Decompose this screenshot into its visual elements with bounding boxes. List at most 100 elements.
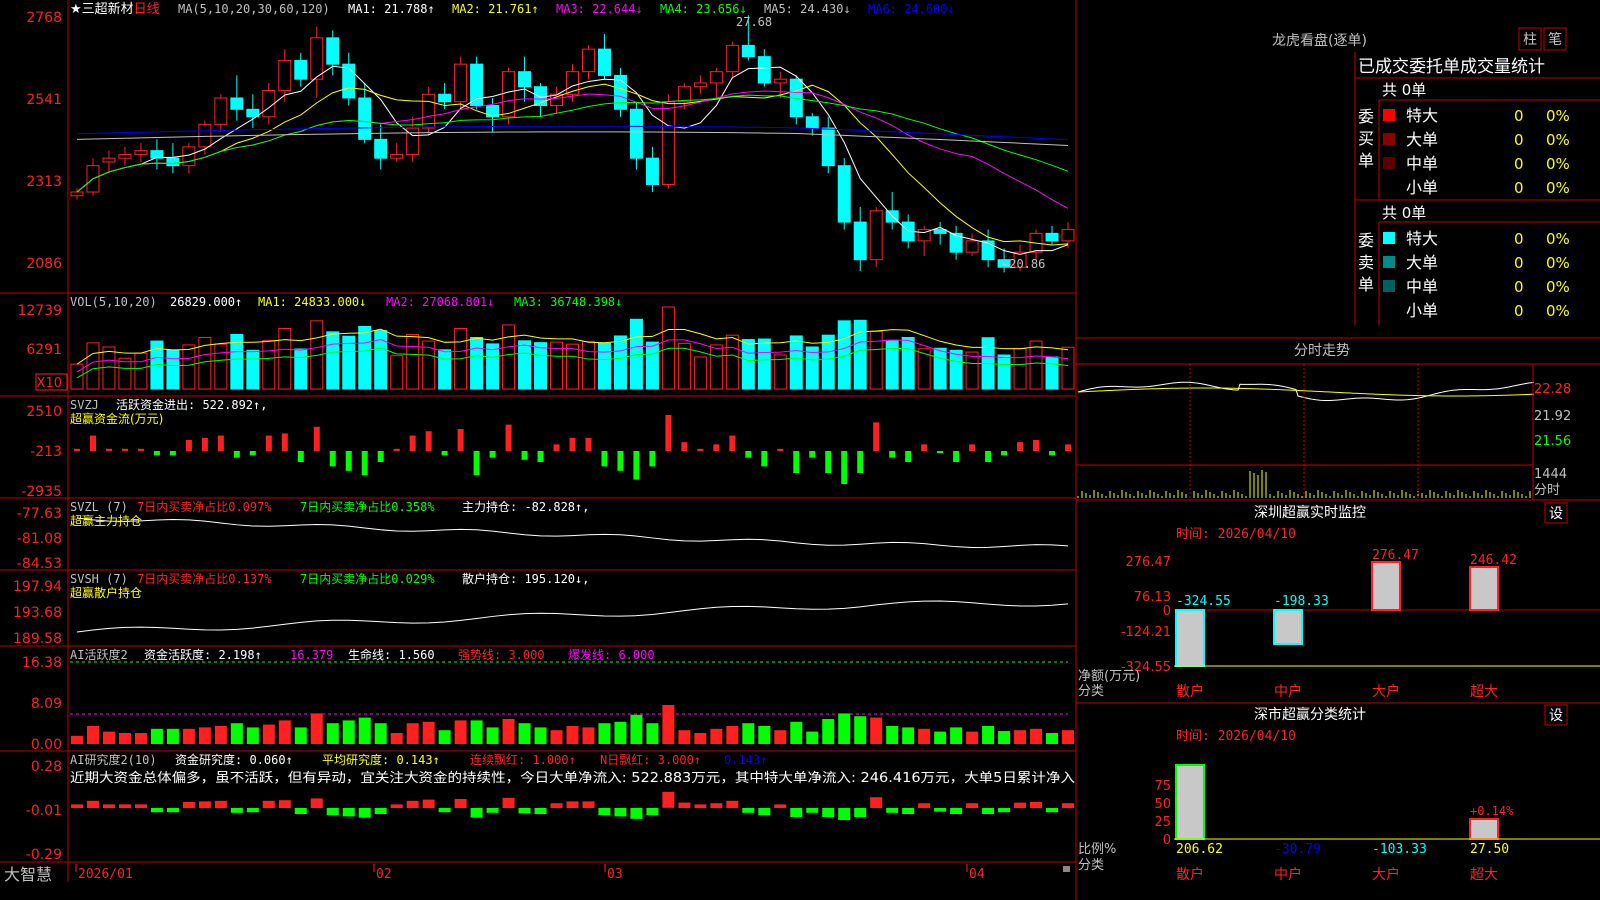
flow-bar [777, 448, 784, 451]
flow-bar [825, 451, 832, 473]
volume-bar [102, 346, 116, 390]
activity-bar [838, 713, 851, 744]
lock-icon[interactable] [1063, 866, 1070, 872]
flow-bar [249, 451, 256, 456]
research-bar [854, 808, 867, 817]
activity-bar [518, 723, 531, 744]
flow-bar [985, 451, 992, 462]
volume-bar [486, 343, 500, 390]
ai2-title: AI研究度2(10) [70, 752, 157, 767]
research-bar [822, 808, 835, 817]
research-bar [742, 808, 755, 813]
right-panel-charts [1077, 381, 1535, 498]
bar-mode-label: 柱 [1523, 32, 1537, 48]
flow-bar [729, 435, 736, 451]
activity-bar [118, 733, 131, 744]
candle [789, 75, 803, 125]
ai1-tick-3: 0.00 [31, 737, 62, 753]
activity-bar [966, 731, 979, 744]
activity-bar [1030, 728, 1043, 744]
flow-bar [857, 451, 864, 473]
ai1-title: AI活跃度2 [70, 647, 128, 662]
flow-bar [201, 437, 208, 451]
flow-bar [233, 451, 240, 458]
ma3-label: MA3: 22.644↓ [556, 2, 643, 16]
flow-bar [537, 451, 544, 462]
research-bar [262, 800, 275, 808]
flow-bar [169, 451, 176, 456]
flow-bar [505, 424, 512, 451]
ss-bar [1175, 764, 1205, 840]
fenshi-tick-4: 1444 [1534, 467, 1567, 482]
activity-bar [198, 727, 211, 744]
activity-bar [630, 714, 643, 744]
volume-bar [901, 336, 915, 390]
volume-bar [566, 343, 579, 390]
activity-bar [662, 705, 675, 744]
brand-logo: 大智慧 [4, 865, 52, 884]
svzj-tick-1: 2510 [26, 404, 62, 420]
flow-bar [953, 451, 960, 462]
volume-bar [278, 328, 292, 390]
flow-bar [409, 435, 416, 451]
activity-bar [678, 730, 691, 744]
vol-ma3: MA3: 36748.398↓ [514, 295, 622, 309]
activity-bar [934, 731, 947, 744]
research-bar [630, 808, 643, 819]
research-bar [150, 808, 163, 813]
lhb-row-label: 特大 [1406, 106, 1438, 125]
research-bar [646, 808, 659, 816]
research-bar [550, 803, 563, 808]
activity-bar [758, 726, 771, 744]
flow-bar [697, 448, 704, 451]
svzj-sub: 超赢资金流(万元) [70, 411, 163, 426]
ai2-tick-2: -0.01 [26, 803, 62, 819]
candle [837, 158, 851, 230]
volume-bars [70, 306, 1075, 390]
activity-bar [438, 730, 451, 744]
sz-bar [1175, 609, 1205, 667]
activity-bar [1062, 730, 1074, 744]
research-bar [102, 804, 115, 808]
volume-bar [358, 325, 372, 390]
research-bar [214, 800, 227, 808]
lhb-title: 龙虎看盘(逐单) [1272, 32, 1367, 49]
flow-bar [89, 435, 96, 451]
lhb-row-label: 特大 [1406, 229, 1438, 248]
activity-bar [918, 728, 931, 744]
sz-bar-label: 246.42 [1470, 553, 1517, 568]
research-bar [886, 808, 899, 813]
candle [853, 207, 867, 271]
sell-total: 共 0单 [1382, 204, 1426, 222]
svzj-tick-3: -2935 [21, 484, 62, 500]
ss-cat-label: 大户 [1372, 866, 1400, 883]
volume-bar [534, 342, 548, 390]
volume-bar [518, 340, 532, 390]
activity-bar [342, 720, 355, 744]
volume-bar [997, 354, 1011, 390]
candle [166, 143, 180, 174]
ai-activity-bars [70, 661, 1074, 744]
svzj-label: 活跃资金进出: 522.892↑, [116, 397, 267, 412]
volume-bar [406, 333, 420, 390]
lhb-row-label: 小单 [1406, 178, 1438, 197]
candle [118, 146, 132, 166]
activity-bar [150, 728, 163, 744]
activity-bar [406, 723, 419, 744]
svzl-path [76, 517, 1069, 548]
sz-bar-label: -324.55 [1176, 594, 1231, 609]
ss-note: +0.14% [1470, 804, 1514, 818]
lhb-row-pct: 0% [1546, 278, 1570, 296]
vol-tick-2: 6291 [26, 342, 62, 358]
activity-bar [646, 723, 659, 744]
candle [917, 225, 931, 256]
candle [342, 52, 356, 106]
lhb-row-pct: 0% [1546, 155, 1570, 173]
lhb-row-value: 0 [1514, 131, 1524, 149]
research-bar [342, 808, 355, 817]
lhb-color-swatch [1383, 256, 1395, 268]
fenshi-tick-3: 21.56 [1534, 434, 1571, 449]
flow-bar [681, 442, 688, 451]
ma5-line [76, 131, 1069, 146]
svzl-title: SVZL (7) [70, 500, 128, 514]
